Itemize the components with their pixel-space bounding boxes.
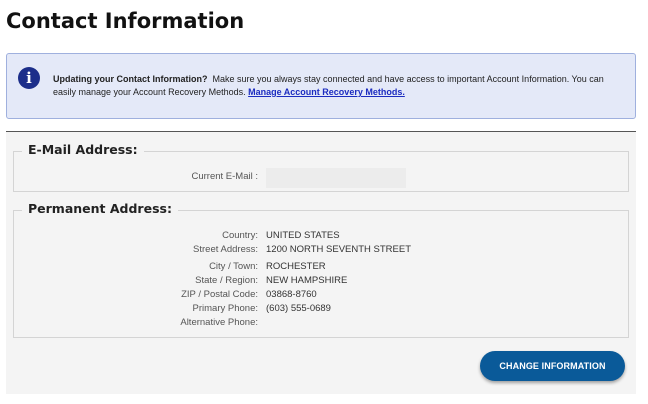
primary-phone-row: Primary Phone: (603) 555-0689 bbox=[14, 302, 628, 316]
street-row: Street Address: 1200 NORTH SEVENTH STREE… bbox=[14, 243, 628, 257]
country-label: Country: bbox=[222, 230, 258, 241]
state-row: State / Region: NEW HAMPSHIRE bbox=[14, 274, 628, 288]
email-section: E-Mail Address: Current E-Mail : bbox=[13, 142, 629, 192]
street-value: 1200 NORTH SEVENTH STREET bbox=[266, 244, 412, 255]
state-label: State / Region: bbox=[195, 275, 258, 286]
city-label: City / Town: bbox=[209, 261, 258, 272]
info-notice-heading: Updating your Contact Information? bbox=[53, 74, 208, 84]
info-icon: i bbox=[18, 67, 40, 89]
zip-row: ZIP / Postal Code: 03868-8760 bbox=[14, 288, 628, 302]
country-value: UNITED STATES bbox=[266, 230, 340, 241]
city-value: ROCHESTER bbox=[266, 261, 326, 272]
primary-phone-label: Primary Phone: bbox=[192, 303, 258, 314]
current-email-value bbox=[266, 168, 406, 188]
state-value: NEW HAMPSHIRE bbox=[266, 275, 348, 286]
alternative-phone-label: Alternative Phone: bbox=[180, 317, 258, 328]
primary-phone-value: (603) 555-0689 bbox=[266, 303, 331, 314]
email-section-legend: E-Mail Address: bbox=[22, 142, 144, 157]
manage-recovery-link[interactable]: Manage Account Recovery Methods. bbox=[248, 87, 405, 97]
address-section-legend: Permanent Address: bbox=[22, 201, 178, 216]
change-information-button[interactable]: CHANGE INFORMATION bbox=[480, 351, 625, 381]
city-row: City / Town: ROCHESTER bbox=[14, 260, 628, 274]
address-section: Permanent Address: Country: UNITED STATE… bbox=[13, 201, 629, 338]
current-email-label: Current E-Mail : bbox=[191, 171, 258, 182]
info-notice-text: Updating your Contact Information? Make … bbox=[53, 73, 623, 99]
zip-label: ZIP / Postal Code: bbox=[181, 289, 258, 300]
contact-panel: E-Mail Address: Current E-Mail : Permane… bbox=[6, 132, 636, 394]
page-title: Contact Information bbox=[6, 9, 245, 33]
street-label: Street Address: bbox=[193, 244, 258, 255]
zip-value: 03868-8760 bbox=[266, 289, 317, 300]
info-notice: i Updating your Contact Information? Mak… bbox=[6, 53, 636, 119]
country-row: Country: UNITED STATES bbox=[14, 229, 628, 243]
alternative-phone-row: Alternative Phone: bbox=[14, 316, 628, 330]
